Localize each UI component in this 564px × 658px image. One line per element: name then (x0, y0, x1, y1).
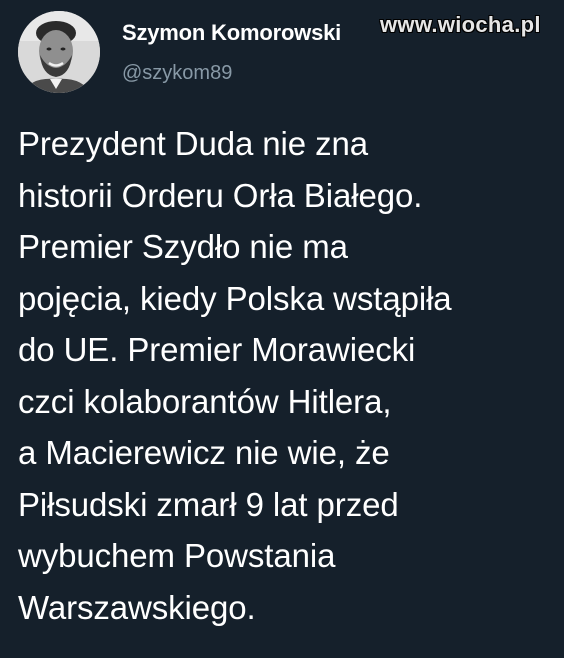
display-name[interactable]: Szymon Komorowski (122, 20, 341, 46)
tweet-line: pojęcia, kiedy Polska wstąpiła (18, 279, 452, 317)
tweet-line: Premier Szydło nie ma (18, 228, 348, 265)
tweet-card: Szymon Komorowski @szykom89 www.wiocha.p… (0, 0, 564, 658)
tweet-line: a Macierewicz nie wie, że (18, 434, 390, 471)
avatar-photo (18, 11, 100, 93)
site-watermark: www.wiocha.pl (380, 12, 541, 37)
tweet-line: czci kolaborantów Hitlera, (18, 382, 392, 420)
tweet-text: Prezydent Duda nie zna historii Orderu O… (18, 118, 548, 633)
tweet-line: wybuchem Powstania (18, 537, 336, 574)
tweet-line: Piłsudski zmarł 9 lat przed (18, 485, 399, 523)
tweet-line: historii Orderu Orła Białego. (18, 176, 423, 214)
avatar[interactable] (18, 11, 100, 93)
tweet-line: do UE. Premier Morawiecki (18, 331, 416, 368)
tweet-line: Prezydent Duda nie zna (18, 125, 369, 162)
tweet-line: Warszawskiego. (18, 588, 256, 626)
user-handle[interactable]: @szykom89 (122, 62, 232, 85)
